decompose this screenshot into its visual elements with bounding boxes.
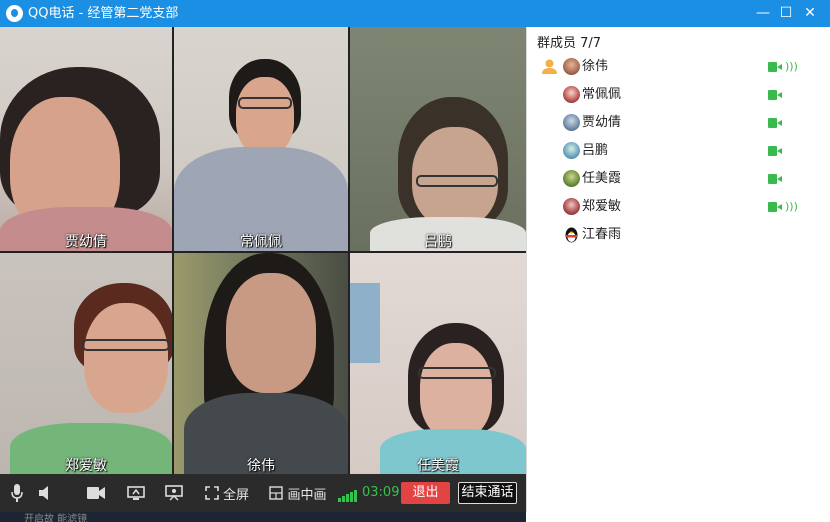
- member-row[interactable]: 徐伟 ))): [527, 53, 830, 81]
- end-call-button[interactable]: 结束通话: [458, 482, 517, 504]
- member-name: 吕鹏: [582, 143, 609, 158]
- member-name: 常佩佩: [582, 87, 622, 102]
- video-tile[interactable]: 任美霞: [350, 253, 526, 474]
- fullscreen-label: 全屏: [222, 487, 249, 503]
- video-name-label: 常佩佩: [240, 234, 282, 250]
- signal-strength-icon: [338, 488, 358, 502]
- video-tile[interactable]: 吕鹏: [350, 27, 526, 251]
- speaking-icon: ))): [785, 60, 798, 73]
- panel-bottom: [526, 512, 830, 522]
- avatar: [563, 86, 580, 103]
- member-panel: 群成员 7/7 徐伟 ))) 常佩佩 贾幼倩 吕鹏 任美霞 郑爱敏 ))) 江春…: [526, 27, 830, 512]
- microphone-icon[interactable]: [6, 474, 28, 512]
- taskbar-faint-text: 开启故 能滤镜: [24, 514, 88, 522]
- video-tile[interactable]: 徐伟: [174, 253, 348, 474]
- member-count-header: 群成员 7/7: [537, 36, 602, 51]
- fullscreen-icon: [205, 486, 219, 500]
- qq-app-icon: [6, 5, 23, 22]
- avatar: [563, 58, 580, 75]
- maximize-button[interactable]: ☐: [775, 3, 797, 23]
- call-control-bar: 全屏 画中画 03:09 退出 结束通话: [0, 474, 526, 512]
- window-title: QQ电话 - 经管第二党支部: [28, 6, 179, 21]
- fullscreen-button[interactable]: 全屏: [202, 474, 252, 512]
- member-row[interactable]: 郑爱敏 ))): [527, 193, 830, 221]
- video-on-icon: [768, 174, 782, 184]
- video-on-icon: [768, 118, 782, 128]
- member-row[interactable]: 常佩佩: [527, 81, 830, 109]
- picture-in-picture-button[interactable]: 画中画: [268, 474, 328, 512]
- avatar: [563, 198, 580, 215]
- video-on-icon: [768, 90, 782, 100]
- qq-penguin-avatar: [565, 227, 578, 243]
- picture-in-picture-icon: [269, 486, 284, 500]
- screen-share-icon[interactable]: [124, 474, 148, 512]
- minimize-button[interactable]: —: [752, 3, 774, 23]
- member-name: 郑爱敏: [582, 199, 622, 214]
- picture-in-picture-label: 画中画: [287, 487, 327, 503]
- video-name-label: 吕鹏: [424, 234, 452, 250]
- member-name: 贾幼倩: [582, 115, 622, 130]
- video-tile[interactable]: 郑爱敏: [0, 253, 172, 474]
- call-timer: 03:09: [362, 485, 400, 500]
- member-row[interactable]: 任美霞: [527, 165, 830, 193]
- taskbar-strip: 开启故 能滤镜: [0, 512, 526, 522]
- video-tile[interactable]: 常佩佩: [174, 27, 348, 251]
- window-background: [350, 283, 380, 363]
- video-name-label: 徐伟: [247, 458, 275, 474]
- member-name: 江春雨: [582, 227, 622, 242]
- member-row[interactable]: 吕鹏: [527, 137, 830, 165]
- member-row[interactable]: 江春雨: [527, 221, 830, 249]
- avatar: [563, 142, 580, 159]
- video-name-label: 任美霞: [417, 458, 459, 474]
- video-on-icon: [768, 62, 782, 72]
- avatar: [563, 170, 580, 187]
- video-tile[interactable]: 贾幼倩: [0, 27, 172, 251]
- presentation-icon[interactable]: [162, 474, 186, 512]
- avatar: [563, 114, 580, 131]
- video-name-label: 郑爱敏: [65, 458, 107, 474]
- speaker-icon[interactable]: [36, 474, 58, 512]
- host-icon: [542, 59, 557, 74]
- video-name-label: 贾幼倩: [65, 234, 107, 250]
- exit-button[interactable]: 退出: [401, 482, 450, 504]
- title-bar: QQ电话 - 经管第二党支部 — ☐ ✕: [0, 0, 830, 27]
- member-name: 任美霞: [582, 171, 622, 186]
- member-row[interactable]: 贾幼倩: [527, 109, 830, 137]
- speaking-icon: ))): [785, 200, 798, 213]
- video-on-icon: [768, 146, 782, 156]
- close-button[interactable]: ✕: [799, 3, 821, 23]
- video-on-icon: [768, 202, 782, 212]
- camera-icon[interactable]: [84, 474, 108, 512]
- video-grid: 贾幼倩 常佩佩 吕鹏 郑爱敏 徐伟 任美霞: [0, 27, 526, 474]
- member-name: 徐伟: [582, 59, 609, 74]
